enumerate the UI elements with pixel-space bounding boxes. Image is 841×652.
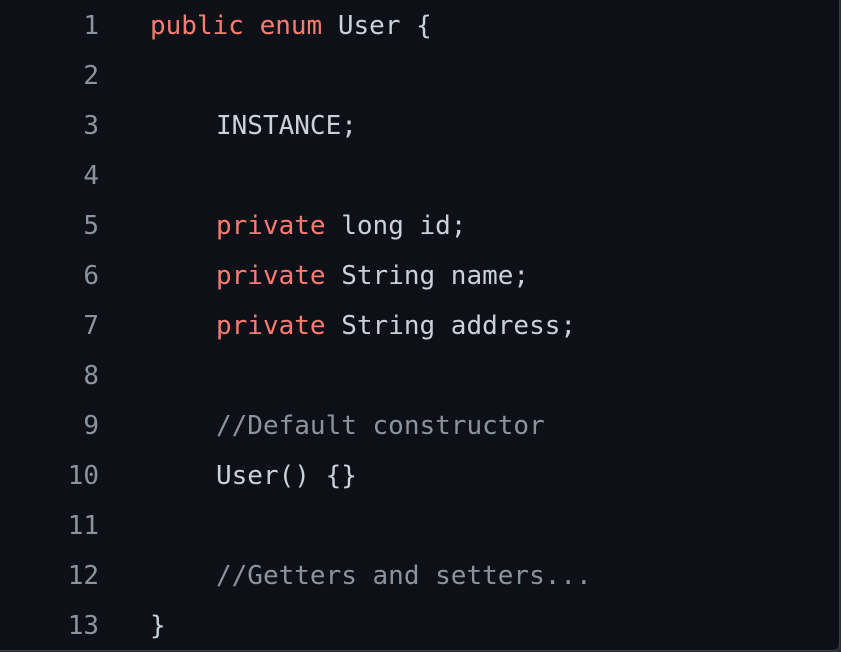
line-number: 13: [67, 611, 99, 641]
code-token-keyword: private: [216, 261, 326, 291]
line-number: 7: [83, 311, 99, 341]
code-token-plain: long id;: [325, 211, 467, 241]
line-number: 8: [83, 361, 99, 391]
code-line: 1 public enum User {: [0, 1, 839, 51]
code-token-plain: User {: [322, 11, 432, 41]
code-text: private String address;: [216, 301, 576, 351]
code-line: 2: [0, 51, 839, 101]
code-editor: 1 public enum User { 2 3 INSTANCE; 4 5 private …: [0, 0, 840, 651]
code-text: User() {}: [216, 451, 357, 501]
code-text: INSTANCE;: [216, 101, 357, 151]
code-text: private long id;: [216, 201, 466, 251]
line-number: 6: [83, 261, 99, 291]
line-number: 4: [83, 161, 99, 191]
code-token-plain: User() {}: [216, 461, 357, 491]
code-line: 3 INSTANCE;: [0, 101, 839, 151]
code-line: 13}: [0, 601, 839, 650]
line-number: 11: [67, 511, 99, 541]
code-text: }: [150, 601, 166, 650]
code-line: 9 //Default constructor: [0, 401, 839, 451]
code-line: 7 private String address;: [0, 301, 839, 351]
code-token-keyword: enum: [259, 11, 323, 41]
line-number: 2: [83, 61, 99, 91]
code-token-plain: }: [150, 611, 166, 641]
code-line: 8: [0, 351, 839, 401]
code-text: private String name;: [216, 251, 529, 301]
line-number: 1: [83, 11, 99, 41]
code-line: 12 //Getters and setters...: [0, 551, 839, 601]
line-number: 5: [83, 211, 99, 241]
code-token-keyword: public: [150, 11, 244, 41]
code-text: public enum User {: [150, 1, 432, 51]
line-number: 10: [67, 461, 99, 491]
line-number: 9: [83, 411, 99, 441]
code-text: //Getters and setters...: [216, 551, 592, 601]
code-token-comment: //Default constructor: [216, 411, 545, 441]
line-number: 3: [83, 111, 99, 141]
code-text: //Default constructor: [216, 401, 545, 451]
code-line: 10 User() {}: [0, 451, 839, 501]
line-number: 12: [67, 561, 99, 591]
code-token-keyword: private: [216, 211, 326, 241]
code-line: 6 private String name;: [0, 251, 839, 301]
code-line: 11: [0, 501, 839, 551]
code-token-keyword: private: [216, 311, 326, 341]
code-token-plain: String address;: [325, 311, 577, 341]
code-line: 5 private long id;: [0, 201, 839, 251]
code-token-plain: INSTANCE;: [216, 111, 357, 141]
code-line: 4: [0, 151, 839, 201]
code-token-plain: String name;: [325, 261, 530, 291]
code-token-comment: //Getters and setters...: [216, 561, 592, 591]
